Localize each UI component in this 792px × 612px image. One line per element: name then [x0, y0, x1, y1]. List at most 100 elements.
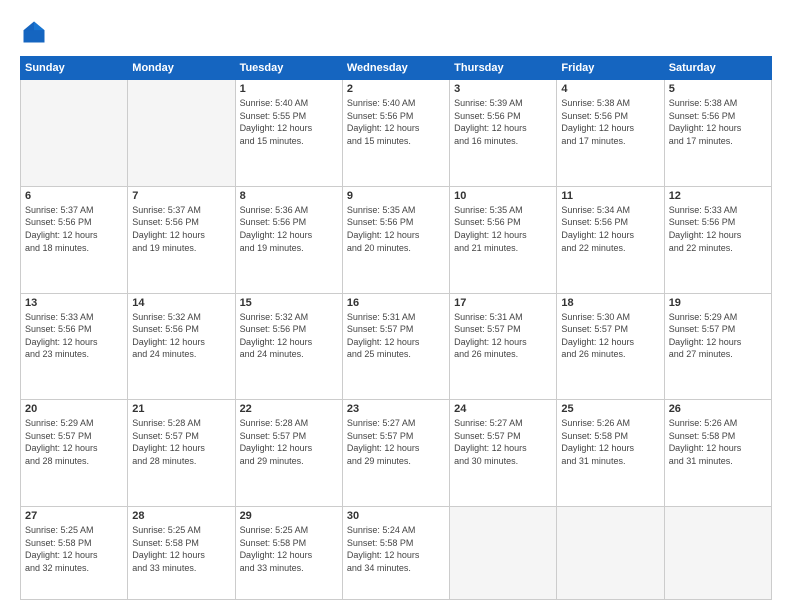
page: SundayMondayTuesdayWednesdayThursdayFrid…: [0, 0, 792, 612]
calendar-week-row: 1 Sunrise: 5:40 AM Sunset: 5:55 PM Daylig…: [21, 80, 772, 187]
calendar-cell: [450, 507, 557, 600]
day-info: Sunrise: 5:30 AM Sunset: 5:57 PM Dayligh…: [561, 311, 659, 361]
calendar-week-row: 27Sunrise: 5:25 AM Sunset: 5:58 PM Dayli…: [21, 507, 772, 600]
weekday-header-sunday: Sunday: [21, 57, 128, 80]
day-info: Sunrise: 5:35 AM Sunset: 5:56 PM Dayligh…: [454, 204, 552, 254]
calendar-cell: 24Sunrise: 5:27 AM Sunset: 5:57 PM Dayli…: [450, 400, 557, 507]
day-number: 30: [347, 510, 445, 522]
weekday-header-saturday: Saturday: [664, 57, 771, 80]
calendar-cell: 4 Sunrise: 5:38 AM Sunset: 5:56 PM Daylig…: [557, 80, 664, 187]
day-number: 8: [240, 190, 338, 202]
day-number: 6: [25, 190, 123, 202]
calendar-cell: [557, 507, 664, 600]
day-info: Sunrise: 5:40 AM Sunset: 5:56 PM Dayligh…: [347, 97, 445, 147]
calendar-cell: 28 Sunrise: 5:25 AM Sunset: 5:58 PM Dayli…: [128, 507, 235, 600]
calendar-cell: 22Sunrise: 5:28 AM Sunset: 5:57 PM Dayli…: [235, 400, 342, 507]
day-info: Sunrise: 5:33 AM Sunset: 5:56 PM Dayligh…: [669, 204, 767, 254]
day-info: Sunrise: 5:38 AM Sunset: 5:56 PM Dayligh…: [561, 97, 659, 147]
day-info: Sunrise: 5:28 AM Sunset: 5:57 PM Dayligh…: [132, 417, 230, 467]
calendar-cell: 30 Sunrise: 5:24 AM Sunset: 5:58 PM Dayli…: [342, 507, 449, 600]
calendar-cell: 20Sunrise: 5:29 AM Sunset: 5:57 PM Dayli…: [21, 400, 128, 507]
day-number: 11: [561, 190, 659, 202]
day-number: 24: [454, 403, 552, 415]
day-number: 29: [240, 510, 338, 522]
day-info: Sunrise: 5:26 AM Sunset: 5:58 PM Dayligh…: [561, 417, 659, 467]
day-info: Sunrise: 5:27 AM Sunset: 5:57 PM Dayligh…: [347, 417, 445, 467]
day-number: 1: [240, 83, 338, 95]
day-number: 28: [132, 510, 230, 522]
calendar-header: SundayMondayTuesdayWednesdayThursdayFrid…: [21, 57, 772, 80]
day-number: 26: [669, 403, 767, 415]
calendar-body: 1 Sunrise: 5:40 AM Sunset: 5:55 PM Daylig…: [21, 80, 772, 600]
day-number: 12: [669, 190, 767, 202]
day-number: 13: [25, 297, 123, 309]
day-number: 21: [132, 403, 230, 415]
weekday-header-wednesday: Wednesday: [342, 57, 449, 80]
calendar-cell: 17 Sunrise: 5:31 AM Sunset: 5:57 PM Dayli…: [450, 293, 557, 400]
day-number: 5: [669, 83, 767, 95]
calendar-cell: 19Sunrise: 5:29 AM Sunset: 5:57 PM Dayli…: [664, 293, 771, 400]
logo-icon: [20, 18, 48, 46]
header: [20, 18, 772, 46]
calendar-cell: 2 Sunrise: 5:40 AM Sunset: 5:56 PM Daylig…: [342, 80, 449, 187]
calendar-cell: 16 Sunrise: 5:31 AM Sunset: 5:57 PM Dayli…: [342, 293, 449, 400]
day-number: 9: [347, 190, 445, 202]
day-number: 7: [132, 190, 230, 202]
day-info: Sunrise: 5:24 AM Sunset: 5:58 PM Dayligh…: [347, 524, 445, 574]
calendar-cell: 29 Sunrise: 5:25 AM Sunset: 5:58 PM Dayli…: [235, 507, 342, 600]
calendar-cell: 21 Sunrise: 5:28 AM Sunset: 5:57 PM Dayli…: [128, 400, 235, 507]
calendar-week-row: 13 Sunrise: 5:33 AM Sunset: 5:56 PM Dayli…: [21, 293, 772, 400]
weekday-header-friday: Friday: [557, 57, 664, 80]
calendar-cell: 6 Sunrise: 5:37 AM Sunset: 5:56 PM Daylig…: [21, 186, 128, 293]
calendar-table: SundayMondayTuesdayWednesdayThursdayFrid…: [20, 56, 772, 600]
calendar-cell: [664, 507, 771, 600]
calendar-cell: 26Sunrise: 5:26 AM Sunset: 5:58 PM Dayli…: [664, 400, 771, 507]
calendar-cell: 10Sunrise: 5:35 AM Sunset: 5:56 PM Dayli…: [450, 186, 557, 293]
day-number: 4: [561, 83, 659, 95]
day-number: 3: [454, 83, 552, 95]
day-info: Sunrise: 5:29 AM Sunset: 5:57 PM Dayligh…: [25, 417, 123, 467]
day-info: Sunrise: 5:28 AM Sunset: 5:57 PM Dayligh…: [240, 417, 338, 467]
day-number: 14: [132, 297, 230, 309]
calendar-cell: 14Sunrise: 5:32 AM Sunset: 5:56 PM Dayli…: [128, 293, 235, 400]
day-info: Sunrise: 5:32 AM Sunset: 5:56 PM Dayligh…: [240, 311, 338, 361]
day-info: Sunrise: 5:40 AM Sunset: 5:55 PM Dayligh…: [240, 97, 338, 147]
day-info: Sunrise: 5:39 AM Sunset: 5:56 PM Dayligh…: [454, 97, 552, 147]
calendar-cell: 9 Sunrise: 5:35 AM Sunset: 5:56 PM Daylig…: [342, 186, 449, 293]
day-info: Sunrise: 5:35 AM Sunset: 5:56 PM Dayligh…: [347, 204, 445, 254]
calendar-cell: 12 Sunrise: 5:33 AM Sunset: 5:56 PM Dayli…: [664, 186, 771, 293]
weekday-header-thursday: Thursday: [450, 57, 557, 80]
calendar-cell: 13 Sunrise: 5:33 AM Sunset: 5:56 PM Dayli…: [21, 293, 128, 400]
day-info: Sunrise: 5:33 AM Sunset: 5:56 PM Dayligh…: [25, 311, 123, 361]
day-number: 16: [347, 297, 445, 309]
day-info: Sunrise: 5:31 AM Sunset: 5:57 PM Dayligh…: [454, 311, 552, 361]
logo: [20, 18, 52, 46]
day-number: 15: [240, 297, 338, 309]
day-number: 23: [347, 403, 445, 415]
calendar-cell: 7 Sunrise: 5:37 AM Sunset: 5:56 PM Daylig…: [128, 186, 235, 293]
day-number: 2: [347, 83, 445, 95]
calendar-cell: 11Sunrise: 5:34 AM Sunset: 5:56 PM Dayli…: [557, 186, 664, 293]
calendar-week-row: 6 Sunrise: 5:37 AM Sunset: 5:56 PM Daylig…: [21, 186, 772, 293]
weekday-header-row: SundayMondayTuesdayWednesdayThursdayFrid…: [21, 57, 772, 80]
day-info: Sunrise: 5:38 AM Sunset: 5:56 PM Dayligh…: [669, 97, 767, 147]
calendar-cell: 23 Sunrise: 5:27 AM Sunset: 5:57 PM Dayli…: [342, 400, 449, 507]
day-number: 18: [561, 297, 659, 309]
day-info: Sunrise: 5:37 AM Sunset: 5:56 PM Dayligh…: [132, 204, 230, 254]
day-number: 17: [454, 297, 552, 309]
calendar-cell: 25 Sunrise: 5:26 AM Sunset: 5:58 PM Dayli…: [557, 400, 664, 507]
calendar-cell: 15 Sunrise: 5:32 AM Sunset: 5:56 PM Dayli…: [235, 293, 342, 400]
day-info: Sunrise: 5:25 AM Sunset: 5:58 PM Dayligh…: [25, 524, 123, 574]
calendar-cell: 3 Sunrise: 5:39 AM Sunset: 5:56 PM Daylig…: [450, 80, 557, 187]
day-number: 19: [669, 297, 767, 309]
day-info: Sunrise: 5:31 AM Sunset: 5:57 PM Dayligh…: [347, 311, 445, 361]
weekday-header-monday: Monday: [128, 57, 235, 80]
day-info: Sunrise: 5:37 AM Sunset: 5:56 PM Dayligh…: [25, 204, 123, 254]
day-info: Sunrise: 5:25 AM Sunset: 5:58 PM Dayligh…: [132, 524, 230, 574]
calendar-cell: [128, 80, 235, 187]
day-info: Sunrise: 5:25 AM Sunset: 5:58 PM Dayligh…: [240, 524, 338, 574]
calendar-week-row: 20Sunrise: 5:29 AM Sunset: 5:57 PM Dayli…: [21, 400, 772, 507]
calendar-cell: 27Sunrise: 5:25 AM Sunset: 5:58 PM Dayli…: [21, 507, 128, 600]
day-number: 25: [561, 403, 659, 415]
calendar-cell: 1 Sunrise: 5:40 AM Sunset: 5:55 PM Daylig…: [235, 80, 342, 187]
